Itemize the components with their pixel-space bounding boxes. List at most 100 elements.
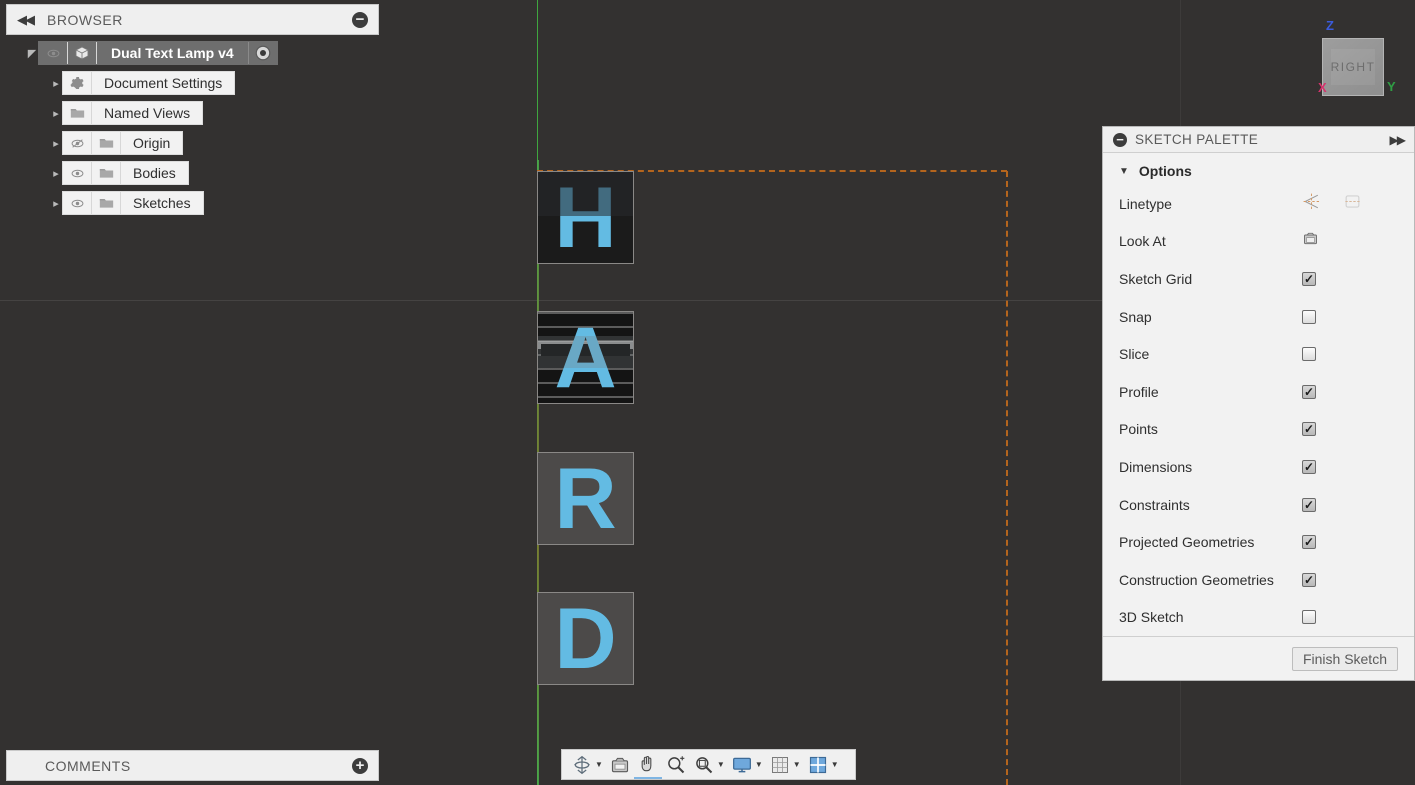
nav-display-settings[interactable]: ▼ (728, 752, 766, 778)
browser-item-chip[interactable]: Named Views (62, 101, 204, 125)
nav-zoom[interactable] (662, 752, 690, 778)
look-at-icon[interactable] (609, 754, 631, 776)
sketch-option-row[interactable]: Sketch Grid ✓ (1103, 260, 1414, 298)
nav-viewport-layout[interactable]: ▼ (804, 752, 842, 778)
construction-geometries-checkbox[interactable]: ✓ (1302, 572, 1316, 587)
chevron-down-icon[interactable]: ▼ (831, 760, 839, 769)
sketch-option-row[interactable]: Linetype (1103, 185, 1414, 223)
chevron-down-icon[interactable]: ▼ (595, 760, 603, 769)
expander-closed-icon[interactable]: ▸ (50, 166, 62, 180)
expander-closed-icon[interactable]: ▸ (50, 196, 62, 210)
view-navigation-bar: ▼ ▼ ▼ ▼ ▼ (561, 749, 856, 780)
nav-grid-snaps[interactable]: ▼ (766, 752, 804, 778)
letter-tile-d[interactable]: D (537, 592, 634, 685)
browser-tree-row[interactable]: ▸ Named Views (6, 101, 379, 125)
look-at-icon[interactable] (1302, 231, 1319, 252)
browser-item-chip[interactable]: Origin (62, 131, 184, 155)
visibility-toggle-icon[interactable] (39, 42, 68, 64)
projected-geometries-checkbox[interactable]: ✓ (1302, 535, 1316, 550)
letter-tile-r[interactable]: R (537, 452, 634, 545)
expander-closed-icon[interactable]: ▸ (50, 76, 62, 90)
snap-checkbox[interactable] (1302, 309, 1316, 324)
sketch-option-row[interactable]: Projected Geometries ✓ (1103, 523, 1414, 561)
pan-hand-icon[interactable] (637, 753, 659, 775)
expander-closed-icon[interactable]: ▸ (50, 136, 62, 150)
sketch-option-row[interactable]: Snap (1103, 298, 1414, 336)
nav-look-at[interactable] (606, 752, 634, 778)
viewport-layout-icon[interactable] (807, 754, 829, 776)
finish-sketch-button[interactable]: Finish Sketch (1291, 646, 1398, 671)
browser-tree-row[interactable]: ▸ Sketches (6, 191, 379, 215)
sketch-option-control: ✓ (1302, 271, 1398, 286)
sketch-option-row[interactable]: Construction Geometries ✓ (1103, 561, 1414, 599)
browser-titlebar[interactable]: ◀◀ BROWSER − (6, 4, 379, 35)
nav-orbit[interactable]: ▼ (568, 752, 606, 778)
folder-icon (92, 162, 121, 184)
browser-item-chip[interactable]: Dual Text Lamp v4 (38, 41, 278, 65)
chevron-down-icon[interactable]: ▼ (793, 760, 801, 769)
browser-item-chip[interactable]: Sketches (62, 191, 204, 215)
zoom-window-icon[interactable] (693, 754, 715, 776)
display-settings-icon[interactable] (731, 754, 753, 776)
browser-tree-row[interactable]: ◤ Dual Text Lamp v4 (6, 41, 379, 65)
browser-item-label: Sketches (133, 195, 191, 211)
letter-glyph: R (554, 452, 617, 545)
slice-checkbox[interactable] (1302, 347, 1316, 362)
sketch-option-control (1302, 610, 1398, 625)
grid-snaps-icon[interactable] (769, 754, 791, 776)
letter-tile-h[interactable]: H (537, 171, 634, 264)
sketch-option-row[interactable]: Look At (1103, 223, 1414, 261)
dimensions-checkbox[interactable]: ✓ (1302, 459, 1316, 474)
chevron-down-icon[interactable]: ▼ (717, 760, 725, 769)
sketch-palette-title: SKETCH PALETTE (1135, 132, 1259, 147)
chevron-down-icon[interactable]: ▼ (755, 760, 763, 769)
sketch-option-row[interactable]: Slice (1103, 335, 1414, 373)
browser-tree: ◤ Dual Text Lamp v4 ▸ Document Settings ▸ Nam… (6, 41, 379, 215)
visibility-toggle-icon[interactable] (63, 132, 92, 154)
canvas-horizontal-divider (0, 300, 1180, 301)
expand-right-icon[interactable]: ▶▶ (1390, 133, 1407, 147)
letter-glyph: D (554, 592, 617, 685)
activate-radio-icon[interactable] (247, 42, 277, 64)
minus-circle-icon[interactable]: − (1113, 132, 1127, 147)
expander-open-icon[interactable]: ◤ (26, 46, 38, 60)
construction-line-icon[interactable] (1302, 192, 1321, 216)
sketch-option-row[interactable]: Constraints ✓ (1103, 486, 1414, 524)
sketch-palette: − SKETCH PALETTE ▶▶ ▼ Options Linetype Lo… (1102, 126, 1415, 682)
minus-circle-icon[interactable]: − (352, 11, 368, 28)
view-cube[interactable]: RIGHT (1322, 38, 1384, 96)
browser-item-chip[interactable]: Bodies (62, 161, 189, 185)
sketch-option-row[interactable]: 3D Sketch (1103, 599, 1414, 637)
centerline-icon[interactable] (1343, 192, 1362, 216)
browser-tree-row[interactable]: ▸ Document Settings (6, 71, 379, 95)
letter-tile-a[interactable]: A (537, 311, 634, 404)
sketch-option-row[interactable]: Points ✓ (1103, 411, 1414, 449)
profile-checkbox[interactable]: ✓ (1302, 384, 1316, 399)
comments-panel[interactable]: COMMENTS + (6, 750, 379, 781)
sketch-grid-checkbox[interactable]: ✓ (1302, 271, 1316, 286)
browser-tree-row[interactable]: ▸ Origin (6, 131, 379, 155)
visibility-toggle-icon[interactable] (63, 162, 92, 184)
orbit-icon[interactable] (571, 754, 593, 776)
expander-closed-icon[interactable]: ▸ (50, 106, 62, 120)
browser-item-label: Dual Text Lamp v4 (111, 45, 234, 61)
visibility-toggle-icon[interactable] (63, 192, 92, 214)
nav-zoom-window[interactable]: ▼ (690, 752, 728, 778)
sketch-option-control: ✓ (1302, 497, 1398, 512)
sketch-option-row[interactable]: Profile ✓ (1103, 373, 1414, 411)
3d-sketch-checkbox[interactable] (1302, 610, 1316, 625)
browser-item-chip[interactable]: Document Settings (62, 71, 236, 95)
points-checkbox[interactable]: ✓ (1302, 422, 1316, 437)
browser-panel: ◀◀ BROWSER − ◤ Dual Text Lamp v4 ▸ Document… (6, 4, 379, 221)
sketch-palette-titlebar[interactable]: − SKETCH PALETTE ▶▶ (1103, 127, 1414, 153)
collapse-left-icon[interactable]: ◀◀ (17, 12, 35, 28)
zoom-icon[interactable] (665, 754, 687, 776)
sketch-option-row[interactable]: Dimensions ✓ (1103, 448, 1414, 486)
nav-pan-hand[interactable] (633, 751, 662, 779)
constraints-checkbox[interactable]: ✓ (1302, 497, 1316, 512)
plus-circle-icon[interactable]: + (352, 757, 368, 774)
options-section-header[interactable]: ▼ Options (1103, 153, 1414, 185)
axis-label-z: Z (1326, 18, 1334, 33)
view-cube-face[interactable]: RIGHT (1331, 49, 1375, 85)
browser-tree-row[interactable]: ▸ Bodies (6, 161, 379, 185)
